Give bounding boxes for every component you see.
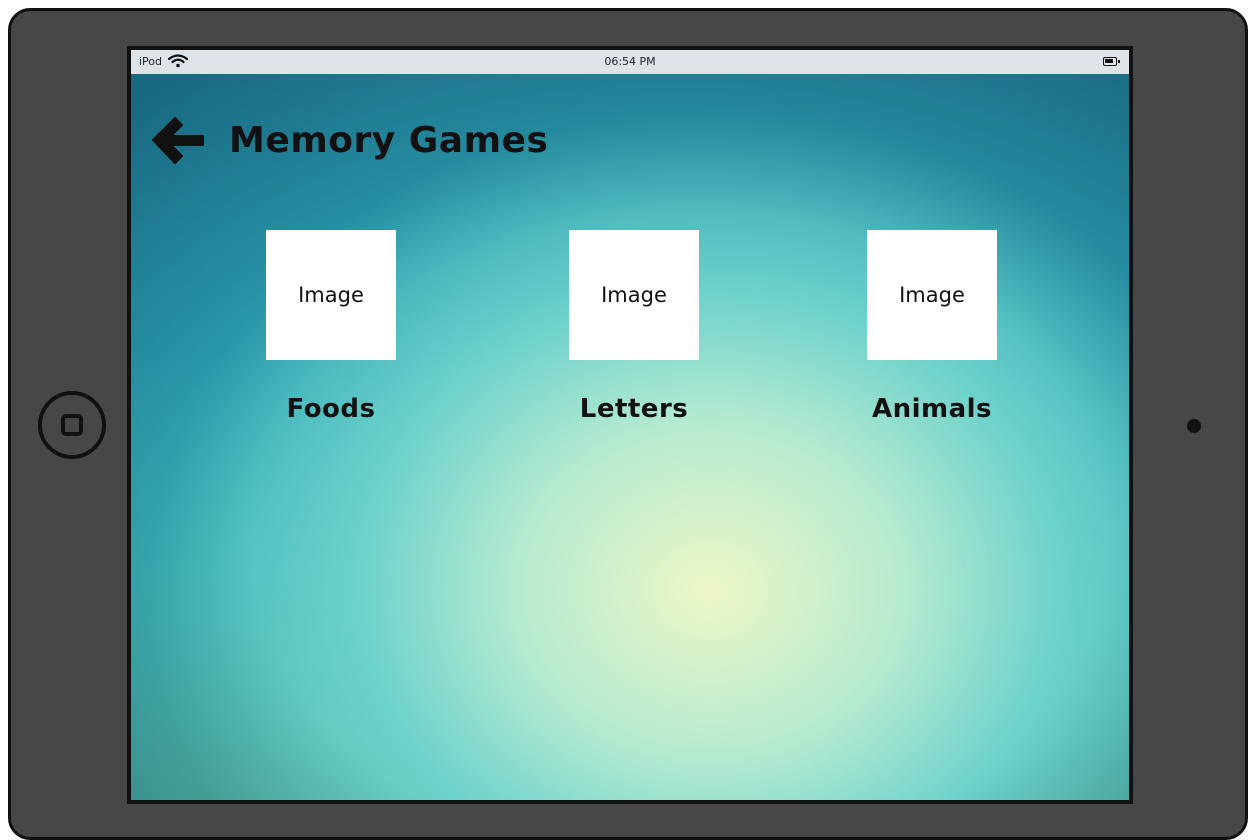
status-time: 06:54 PM <box>604 55 656 68</box>
game-tile-foods[interactable]: Image Foods <box>251 230 411 424</box>
home-button[interactable] <box>38 391 106 459</box>
camera-dot <box>1187 419 1201 433</box>
page-header: Memory Games <box>149 108 548 172</box>
game-tile-animals[interactable]: Image Animals <box>852 230 1012 424</box>
image-placeholder[interactable]: Image <box>569 230 699 360</box>
game-tile-letters[interactable]: Image Letters <box>554 230 714 424</box>
game-label-animals[interactable]: Animals <box>852 394 1012 424</box>
arrow-left-icon[interactable] <box>149 111 207 169</box>
status-bar: iPod 06:54 PM <box>131 50 1129 74</box>
game-label-foods[interactable]: Foods <box>251 394 411 424</box>
home-square-icon <box>61 414 83 436</box>
page-title: Memory Games <box>229 119 549 161</box>
image-placeholder[interactable]: Image <box>266 230 396 360</box>
image-placeholder[interactable]: Image <box>867 230 997 360</box>
device-screen: iPod 06:54 PM Memory Games Image Foods I… <box>127 46 1133 804</box>
game-label-letters[interactable]: Letters <box>554 394 714 424</box>
battery-icon <box>1103 57 1120 66</box>
